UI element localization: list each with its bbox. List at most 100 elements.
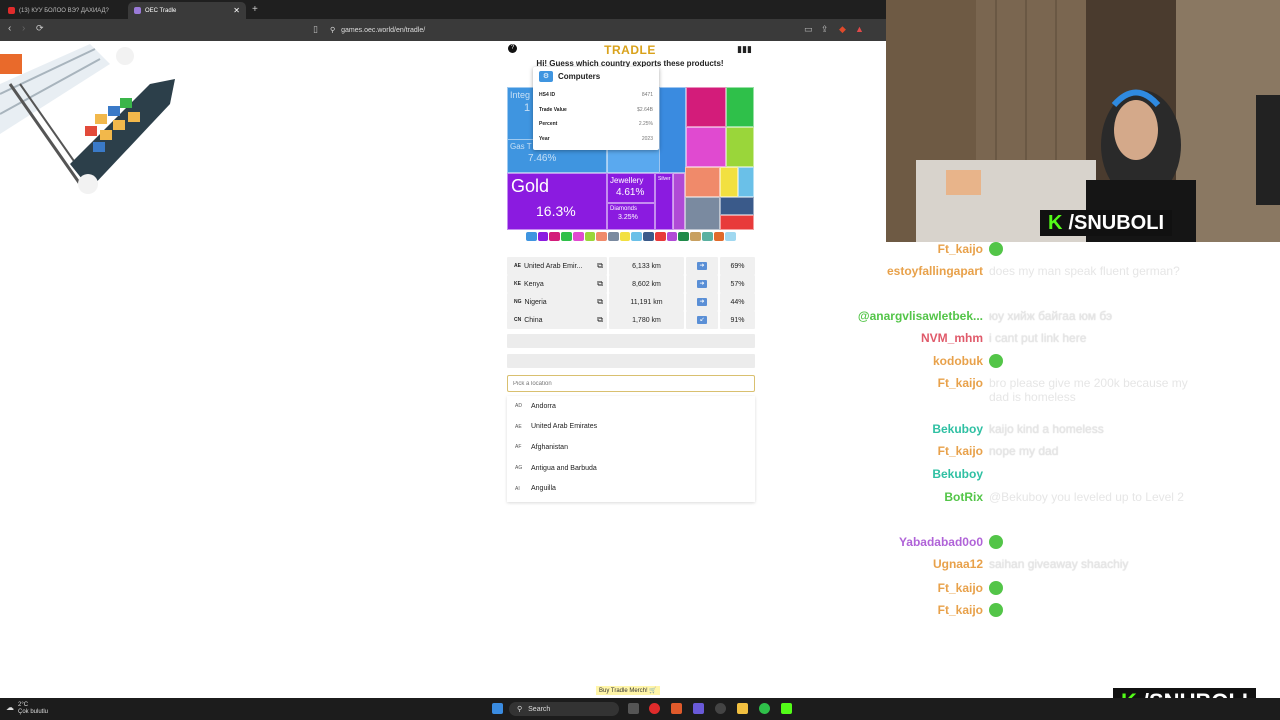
tooltip-row: Year 2023 — [539, 135, 653, 142]
treemap-block[interactable] — [720, 167, 738, 197]
file-explorer-icon[interactable] — [737, 703, 748, 714]
browser-tab-tradle[interactable]: OEC Tradle ✕ — [128, 2, 246, 19]
transportation-icon[interactable] — [643, 232, 654, 241]
share-icon[interactable]: ⇪ — [821, 24, 829, 35]
treemap-block[interactable] — [673, 173, 685, 230]
external-link-icon[interactable]: ⧉ — [597, 261, 603, 271]
taskbar-search[interactable]: ⚲ Search — [509, 702, 619, 716]
flag-code: AI — [515, 485, 520, 492]
machines-icon[interactable] — [526, 232, 537, 241]
tooltip-row: Percent 2.25% — [539, 121, 653, 128]
chat-username[interactable]: estoyfallingapart — [830, 264, 983, 278]
plastics-icon[interactable] — [572, 232, 584, 241]
windows-start-icon[interactable] — [492, 703, 503, 714]
metals-icon[interactable] — [608, 232, 619, 241]
foodstuffs-icon[interactable] — [584, 232, 596, 241]
mineral-products-icon[interactable] — [619, 232, 631, 241]
guess-row: CN China ⧉ 1,780 km ↙ 91% — [507, 311, 755, 329]
chemicals-icon[interactable] — [549, 232, 561, 241]
guess-proximity: 91% — [720, 311, 755, 329]
chat-username[interactable]: NVM_mhm — [830, 331, 983, 345]
precious-metals-icon[interactable] — [537, 232, 549, 241]
treemap-block[interactable] — [685, 167, 720, 197]
option-label: United Arab Emirates — [531, 423, 598, 431]
chat-username[interactable]: Bekuboy — [830, 422, 983, 436]
discord-icon[interactable] — [693, 703, 704, 714]
task-view-icon[interactable] — [628, 703, 639, 714]
wood-icon[interactable] — [678, 232, 690, 241]
chat-username[interactable]: Ft_kaijo — [830, 581, 983, 595]
kick-app-icon[interactable] — [781, 703, 792, 714]
chat-username[interactable]: Ft_kaijo — [830, 376, 983, 404]
location-option[interactable]: AI Anguilla — [507, 478, 755, 499]
country-name: Nigeria — [524, 298, 547, 306]
treemap-block[interactable] — [726, 87, 754, 127]
treemap-block[interactable] — [726, 127, 754, 167]
instruments-icon[interactable] — [631, 232, 643, 241]
treemap-block-diamonds[interactable]: Diamonds 3.25% — [607, 203, 655, 230]
reload-icon[interactable]: ⟳ — [36, 23, 44, 34]
chat-username[interactable]: Bekuboy — [830, 467, 983, 481]
location-option[interactable]: AG Antigua and Barbuda — [507, 458, 755, 479]
chat-username[interactable]: kodobuk — [830, 354, 983, 368]
treemap-block[interactable] — [659, 87, 686, 173]
treemap-block[interactable] — [686, 127, 726, 167]
animal-products-icon[interactable] — [654, 232, 666, 241]
weapons-icon[interactable] — [713, 232, 725, 241]
location-option[interactable]: AE United Arab Emirates — [507, 417, 755, 438]
stats-icon[interactable]: ▮▮▮ — [737, 44, 752, 55]
misc-icon[interactable] — [725, 232, 736, 241]
guess-direction: ➜ — [686, 257, 718, 275]
bookmark-icon[interactable]: ▯ — [313, 24, 318, 35]
treemap-block-gold[interactable]: Gold 16.3% — [507, 173, 607, 230]
close-tab-icon[interactable]: ✕ — [233, 6, 240, 15]
treemap-block[interactable] — [720, 215, 754, 230]
textiles-icon[interactable] — [596, 232, 608, 241]
flag-code: AG — [515, 465, 523, 472]
opera-icon[interactable] — [649, 703, 660, 714]
location-input[interactable] — [507, 375, 755, 392]
back-icon[interactable]: ‹ — [8, 23, 11, 34]
weather-widget[interactable]: 2°C Çok bulutlu — [18, 702, 48, 716]
external-link-icon[interactable]: ⧉ — [597, 279, 603, 289]
merch-link[interactable]: Buy Tradle Merch! 🛒 — [596, 686, 660, 695]
chat-username[interactable]: Ugnaa12 — [830, 557, 983, 571]
external-link-icon[interactable]: ⧉ — [597, 315, 603, 325]
flag-code: AE — [515, 423, 522, 430]
direction-arrow-icon: ↙ — [697, 316, 707, 324]
treemap-block[interactable] — [720, 197, 754, 215]
treemap-block[interactable] — [685, 197, 720, 230]
new-tab-button[interactable]: + — [252, 4, 258, 15]
treemap-block-silver[interactable]: Silver — [655, 173, 673, 230]
chat-username[interactable]: Yabadabad0o0 — [830, 535, 983, 549]
location-option[interactable]: AD Andorra — [507, 396, 755, 417]
stone-icon[interactable] — [666, 232, 678, 241]
rewards-icon[interactable]: ▲ — [855, 24, 864, 34]
browser-tab-youtube[interactable]: (13) КУУ БОЛОО ВЭ? ДАХИАД? — [2, 2, 126, 19]
treemap-block[interactable] — [738, 167, 754, 197]
site-info-icon[interactable]: ⚲ — [330, 26, 335, 34]
vegetable-products-icon[interactable] — [561, 232, 572, 241]
paper-icon[interactable] — [701, 232, 713, 241]
chat-username[interactable]: Ft_kaijo — [830, 242, 983, 256]
brave-shield-icon[interactable]: ◆ — [839, 24, 846, 35]
brave-icon[interactable] — [671, 703, 682, 714]
treemap-block[interactable] — [686, 87, 726, 127]
chat-username[interactable]: BotRix — [830, 490, 983, 504]
chat-username[interactable]: @anargvlisawletbek... — [830, 309, 983, 323]
treemap-block-jewellery[interactable]: Jewellery 4.61% — [607, 173, 655, 203]
url-field[interactable]: ⚲ games.oec.world/en/tradle/ — [330, 22, 870, 38]
chat-message: Ft_kaijo nope my dad — [830, 444, 1220, 458]
location-option[interactable]: AF Afghanistan — [507, 437, 755, 458]
chat-username[interactable]: Ft_kaijo — [830, 444, 983, 458]
forward-icon[interactable]: › — [22, 23, 25, 34]
install-icon[interactable]: ▭ — [804, 24, 813, 35]
spotify-icon[interactable] — [759, 703, 770, 714]
tradle-logo: TRADLE — [604, 43, 656, 57]
emote-icon — [989, 354, 1003, 368]
channel-badge: K /SNUBOLI — [1040, 210, 1173, 236]
external-link-icon[interactable]: ⧉ — [597, 297, 603, 307]
footwear-icon[interactable] — [690, 232, 701, 241]
settings-icon[interactable] — [715, 703, 726, 714]
chat-username[interactable]: Ft_kaijo — [830, 603, 983, 617]
